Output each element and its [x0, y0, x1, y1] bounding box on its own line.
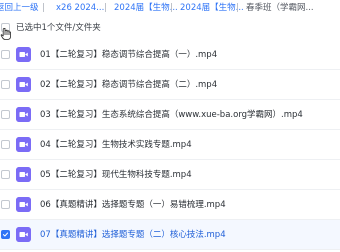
row-checkbox[interactable] — [1, 110, 10, 119]
row-checkbox[interactable] — [1, 200, 10, 209]
file-name[interactable]: 02【二轮复习】稳态调节综合提高（二）.mp4 — [40, 70, 217, 100]
video-file-icon — [16, 107, 31, 122]
cursor-icon — [0, 28, 11, 40]
breadcrumb-separator: | — [42, 3, 45, 13]
selection-bar: 已选中1个文件/文件夹 — [0, 22, 340, 36]
row-checkbox[interactable] — [1, 80, 10, 89]
file-name[interactable]: 03【二轮复习】生态系统综合提高（www.xue-ba.org学霸网）.mp4 — [40, 100, 303, 130]
breadcrumb-separator: | — [236, 3, 239, 13]
video-file-icon — [16, 47, 31, 62]
file-row[interactable]: 04【二轮复习】生物技术实践专题.mp4 — [0, 130, 340, 160]
file-name[interactable]: 05【二轮复习】现代生物科技专题.mp4 — [40, 160, 192, 190]
checkbox-checked-icon[interactable] — [1, 230, 10, 239]
file-row[interactable]: 05【二轮复习】现代生物科技专题.mp4 — [0, 160, 340, 190]
file-row[interactable]: 02【二轮复习】稳态调节综合提高（二）.mp4 — [0, 70, 340, 100]
back-link[interactable]: 返回上一级 — [0, 0, 39, 16]
video-file-icon — [16, 77, 31, 92]
video-file-icon — [16, 227, 31, 242]
file-name[interactable]: 01【二轮复习】稳态调节综合提高（一）.mp4 — [40, 40, 217, 70]
breadcrumb: 返回上一级 | x26 2024... | 2024届【生物... | 2024… — [0, 0, 340, 16]
row-checkbox[interactable] — [1, 50, 10, 59]
breadcrumb-separator: | — [170, 3, 173, 13]
video-file-icon — [16, 197, 31, 212]
video-file-icon — [16, 137, 31, 152]
file-name[interactable]: 07【真题精讲】选择题专题（二）核心技法.mp4 — [40, 220, 226, 250]
breadcrumb-item[interactable]: x26 2024... — [56, 0, 104, 16]
breadcrumb-separator: | — [104, 3, 107, 13]
file-row[interactable]: 06【真题精讲】选择题专题（一）易错梳理.mp4 — [0, 190, 340, 220]
breadcrumb-item[interactable]: 2024届【生物... — [180, 0, 244, 16]
row-checkbox[interactable] — [1, 140, 10, 149]
file-name[interactable]: 04【二轮复习】生物技术实践专题.mp4 — [40, 130, 192, 160]
file-row[interactable]: 03【二轮复习】生态系统综合提高（www.xue-ba.org学霸网）.mp4 — [0, 100, 340, 130]
selection-count: 已选中1个文件/文件夹 — [16, 23, 101, 33]
file-row-selected[interactable]: 07【真题精讲】选择题专题（二）核心技法.mp4 — [0, 220, 340, 250]
file-name[interactable]: 06【真题精讲】选择题专题（一）易错梳理.mp4 — [40, 190, 226, 220]
file-row[interactable]: 01【二轮复习】稳态调节综合提高（一）.mp4 — [0, 40, 340, 70]
video-file-icon — [16, 167, 31, 182]
breadcrumb-current: 春季班（学霸网... — [246, 3, 314, 13]
row-checkbox[interactable] — [1, 170, 10, 179]
breadcrumb-item[interactable]: 2024届【生物... — [114, 0, 178, 16]
